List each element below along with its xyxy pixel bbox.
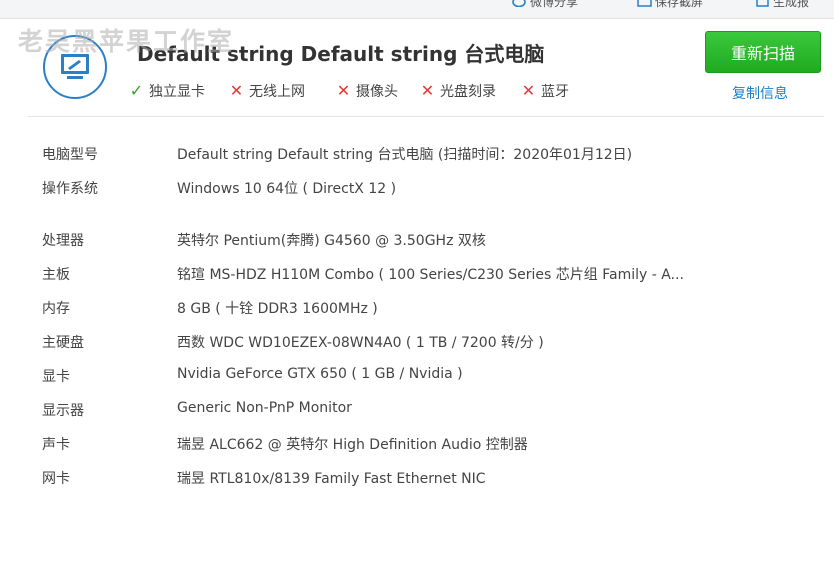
feature-label: 摄像头	[356, 84, 398, 100]
spec-value: 铭瑄 MS-HDZ H110M Combo ( 100 Series/C230 …	[177, 267, 684, 283]
feature-discrete-gpu: ✓ 独立显卡	[129, 81, 205, 101]
spec-key: 内存	[42, 301, 70, 317]
spec-key: 主板	[42, 267, 70, 283]
feature-label: 独立显卡	[149, 84, 205, 100]
spec-value: 瑞昱 ALC662 @ 英特尔 High Definition Audio 控制…	[177, 437, 528, 453]
weibo-share-label: 微博分享	[530, 0, 579, 9]
feature-disc-burner: ✕ 光盘刻录	[420, 81, 496, 101]
cross-icon: ✕	[521, 81, 536, 100]
spec-key: 主硬盘	[42, 335, 84, 351]
spec-value: 瑞昱 RTL810x/8139 Family Fast Ethernet NIC	[177, 471, 486, 487]
top-toolbar: 微博分享 保存截屏 生成报	[0, 0, 834, 19]
rescan-button[interactable]: 重新扫描	[705, 31, 821, 73]
spec-value: Generic Non-PnP Monitor	[177, 400, 352, 416]
spec-key: 电脑型号	[42, 147, 98, 163]
feature-bluetooth: ✕ 蓝牙	[521, 81, 569, 101]
spec-key: 处理器	[42, 233, 84, 249]
spec-value: 西数 WDC WD10EZEX-08WN4A0 ( 1 TB / 7200 转/…	[177, 335, 544, 351]
cross-icon: ✕	[420, 81, 435, 100]
divider	[28, 116, 824, 117]
feature-camera: ✕ 摄像头	[336, 81, 398, 101]
spec-key: 操作系统	[42, 181, 98, 197]
spec-value: Windows 10 64位 ( DirectX 12 )	[177, 181, 397, 197]
cross-icon: ✕	[336, 81, 351, 100]
weibo-share-button[interactable]: 微博分享	[512, 0, 579, 9]
save-screenshot-button[interactable]: 保存截屏	[637, 0, 704, 9]
weibo-icon	[512, 0, 526, 8]
generate-report-button[interactable]: 生成报	[755, 0, 810, 9]
feature-label: 蓝牙	[541, 84, 569, 100]
spec-key: 显示器	[42, 403, 84, 419]
generate-report-label: 生成报	[773, 0, 810, 9]
report-icon	[755, 0, 769, 7]
spec-key: 显卡	[42, 369, 70, 385]
spec-value: 8 GB ( 十铨 DDR3 1600MHz )	[177, 301, 378, 317]
screenshot-icon	[637, 0, 652, 7]
spec-value: Default string Default string 台式电脑 (扫描时间…	[177, 147, 633, 163]
cross-icon: ✕	[229, 81, 244, 100]
spec-value: Nvidia GeForce GTX 650 ( 1 GB / Nvidia )	[177, 366, 463, 382]
spec-key: 声卡	[42, 437, 70, 453]
copy-info-link[interactable]: 复制信息	[732, 83, 788, 103]
check-icon: ✓	[129, 81, 144, 100]
spec-key: 网卡	[42, 471, 70, 487]
feature-label: 光盘刻录	[440, 84, 496, 100]
save-screenshot-label: 保存截屏	[655, 0, 704, 9]
spec-value: 英特尔 Pentium(奔腾) G4560 @ 3.50GHz 双核	[177, 233, 486, 249]
feature-label: 无线上网	[249, 84, 305, 100]
feature-wifi: ✕ 无线上网	[229, 81, 305, 101]
watermark: 老吴黑苹果工作室	[18, 27, 235, 56]
